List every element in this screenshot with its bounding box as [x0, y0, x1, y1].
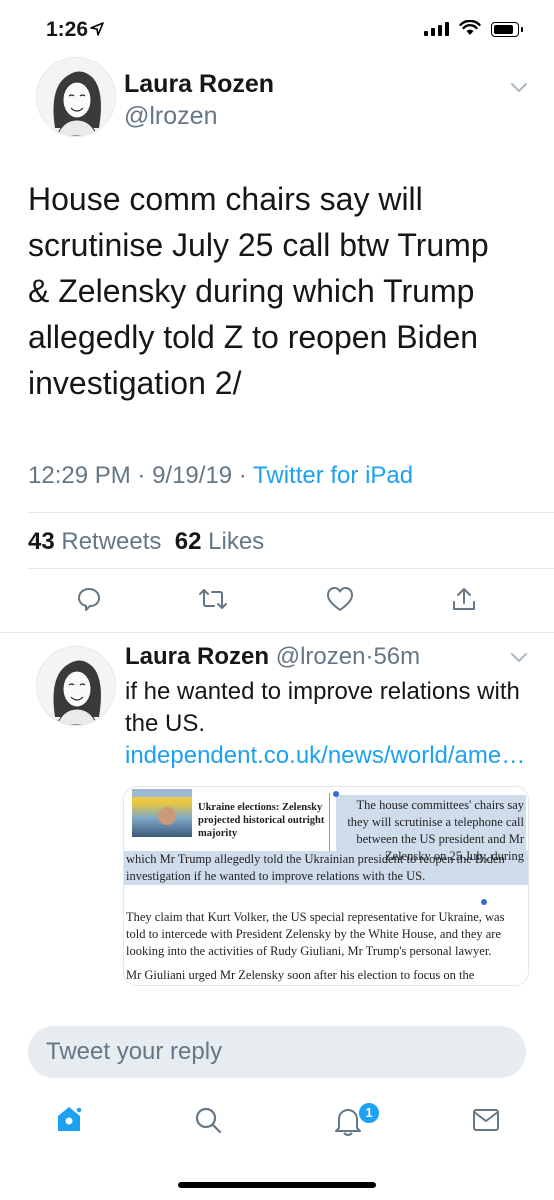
- retweets-count: 43: [28, 528, 55, 555]
- avatar-portrait-icon: [37, 647, 115, 725]
- article-title: Ukraine elections: Zelensky projected hi…: [198, 802, 325, 839]
- reply-compose-field[interactable]: Tweet your reply: [28, 1026, 526, 1078]
- reply-body: if he wanted to improve relations with t…: [125, 678, 520, 737]
- reply-author-avatar[interactable]: [36, 646, 116, 726]
- like-heart-icon[interactable]: [326, 586, 354, 612]
- tweet-text: House comm chairs say will scrutinise Ju…: [28, 181, 489, 401]
- author-handle[interactable]: @lrozen: [124, 102, 217, 131]
- tweet-actions: [0, 586, 554, 616]
- author-avatar[interactable]: [36, 57, 116, 137]
- reply-age: 56m: [373, 643, 421, 670]
- reply-text: if he wanted to improve relations with t…: [125, 676, 535, 772]
- tweet-date: 9/19/19: [152, 462, 233, 489]
- tweet-stats: 43 Retweets 62 Likes: [28, 528, 264, 556]
- chevron-down-icon[interactable]: [510, 652, 528, 664]
- home-icon[interactable]: [55, 1104, 83, 1134]
- article-thumbnail: [132, 789, 192, 837]
- likes-count: 62: [174, 528, 202, 555]
- author-name[interactable]: Laura Rozen: [124, 70, 274, 99]
- status-time: 1:26: [46, 18, 89, 41]
- cellular-signal-icon: [424, 22, 449, 36]
- article-paragraph: which Mr Trump allegedly told the Ukrain…: [126, 852, 505, 883]
- home-indicator: [178, 1182, 376, 1188]
- battery-icon: [491, 22, 523, 37]
- reply-author-handle[interactable]: @lrozen: [276, 643, 366, 670]
- likes-label: Likes: [208, 528, 265, 555]
- retweets-label: Retweets: [61, 528, 162, 555]
- likes-stat[interactable]: 62 Likes: [175, 528, 264, 555]
- divider: [28, 568, 554, 569]
- messages-envelope-icon[interactable]: [472, 1108, 500, 1132]
- chevron-down-icon[interactable]: [510, 82, 528, 94]
- share-icon[interactable]: [451, 586, 477, 612]
- article-screenshot: Ukraine elections: Zelensky projected hi…: [124, 787, 528, 985]
- wifi-icon: [459, 20, 481, 35]
- retweet-icon[interactable]: [199, 586, 227, 612]
- article-paragraph: Mr Giuliani urged Mr Zelensky soon after…: [126, 968, 475, 982]
- reply-link[interactable]: independent.co.uk/news/world/ame…: [125, 742, 525, 769]
- tab-bar: [0, 1094, 554, 1154]
- reply-placeholder: Tweet your reply: [46, 1038, 223, 1065]
- reply-icon[interactable]: [76, 586, 102, 612]
- divider: [28, 512, 554, 513]
- article-paragraph: They claim that Kurt Volker, the US spec…: [126, 910, 505, 958]
- location-arrow-icon: [90, 22, 104, 36]
- notifications-badge: 1: [357, 1101, 381, 1125]
- tweet-meta: 12:29 PM · 9/19/19 · Twitter for iPad: [28, 462, 414, 489]
- retweets-stat[interactable]: 43 Retweets: [28, 528, 161, 555]
- search-icon[interactable]: [194, 1106, 222, 1134]
- attached-screenshot[interactable]: Ukraine elections: Zelensky projected hi…: [123, 786, 529, 986]
- reply-author-name[interactable]: Laura Rozen: [125, 643, 269, 670]
- reply-header: Laura Rozen @lrozen·56m: [125, 643, 421, 670]
- divider: [0, 632, 554, 633]
- tweet-source-link[interactable]: Twitter for iPad: [253, 462, 413, 489]
- tweet-time: 12:29 PM: [28, 462, 131, 489]
- avatar-portrait-icon: [37, 58, 115, 136]
